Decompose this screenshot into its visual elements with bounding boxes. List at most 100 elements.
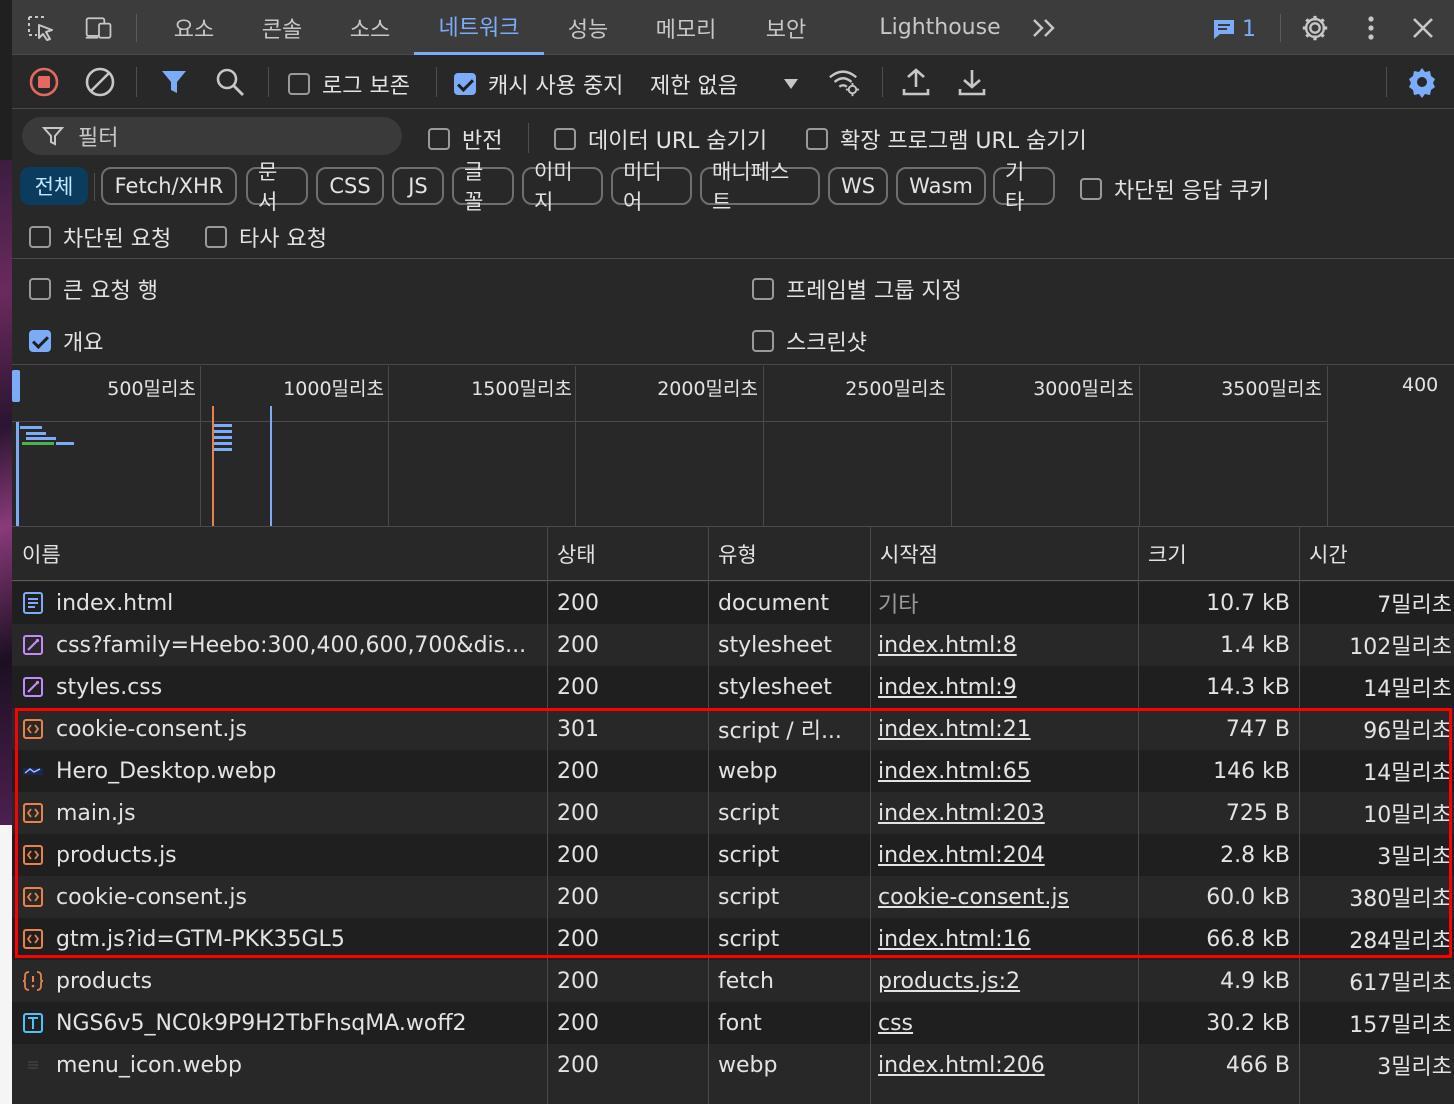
cell-name[interactable]: main.js xyxy=(22,792,542,834)
initiator-link[interactable]: index.html:206 xyxy=(878,1044,1134,1086)
table-row[interactable]: Hero_Desktop.webp 200 webp index.html:65 146… xyxy=(12,750,1454,792)
initiator-link[interactable]: products.js:2 xyxy=(878,960,1134,1002)
cell-name[interactable]: cookie-consent.js xyxy=(22,876,542,918)
cell-name[interactable]: styles.css xyxy=(22,666,542,708)
inspect-element-icon[interactable] xyxy=(26,14,56,42)
table-row[interactable]: index.html 200 document 기타 10.7 kB 7밀리초 xyxy=(12,582,1454,624)
screenshots-checkbox[interactable]: 스크린샷 xyxy=(752,325,867,357)
search-icon[interactable] xyxy=(214,67,246,97)
network-conditions-icon[interactable] xyxy=(828,67,860,97)
preserve-log-box[interactable] xyxy=(288,73,310,95)
chip-img[interactable]: 이미지 xyxy=(522,160,603,214)
column-header-name[interactable]: 이름 xyxy=(12,527,547,581)
filter-input[interactable]: 필터 xyxy=(22,117,402,155)
tab-console[interactable]: 콘솔 xyxy=(250,0,314,55)
chip-media[interactable]: 미디어 xyxy=(611,160,692,214)
clear-icon[interactable] xyxy=(84,67,116,97)
blocked-cookies-checkbox[interactable]: 차단된 응답 쿠키 xyxy=(1080,173,1270,205)
big-rows-checkbox[interactable]: 큰 요청 행 xyxy=(29,273,158,305)
disable-cache-checkbox[interactable]: 캐시 사용 중지 xyxy=(454,68,623,100)
column-header-type[interactable]: 유형 xyxy=(708,527,870,581)
filter-icon[interactable] xyxy=(158,67,190,97)
tab-lighthouse[interactable]: Lighthouse xyxy=(872,0,1008,55)
cell-name[interactable]: products xyxy=(22,960,542,1002)
column-header-status[interactable]: 상태 xyxy=(547,527,708,581)
initiator-link[interactable]: css xyxy=(878,1002,1134,1044)
column-header-time[interactable]: 시간 xyxy=(1299,527,1454,581)
initiator-link[interactable]: index.html:203 xyxy=(878,792,1134,834)
cell-name[interactable]: index.html xyxy=(22,582,542,624)
table-row[interactable]: cookie-consent.js 200 script cookie-consent… xyxy=(12,876,1454,918)
more-tabs-chevron-icon[interactable] xyxy=(1030,14,1060,42)
initiator-link[interactable]: index.html:8 xyxy=(878,624,1134,666)
blocked-requests-box[interactable] xyxy=(29,226,51,248)
initiator-link[interactable]: index.html:65 xyxy=(878,750,1134,792)
close-icon[interactable] xyxy=(1408,14,1438,42)
table-row[interactable]: products 200 fetch products.js:2 4.9 kB 617밀리… xyxy=(12,960,1454,1002)
chip-fetch-xhr[interactable]: Fetch/XHR xyxy=(101,167,237,205)
overview-box[interactable] xyxy=(29,330,51,352)
table-row[interactable]: NGS6v5_NC0k9P9H2TbFhsqMA.woff2 200 font css… xyxy=(12,1002,1454,1044)
tab-security[interactable]: 보안 xyxy=(754,0,818,55)
invert-box[interactable] xyxy=(428,128,450,150)
cell-name[interactable]: cookie-consent.js xyxy=(22,708,542,750)
column-header-initiator[interactable]: 시작점 xyxy=(870,527,1138,581)
table-row[interactable]: styles.css 200 stylesheet index.html:9 14.3 … xyxy=(12,666,1454,708)
chip-js[interactable]: JS xyxy=(392,167,444,205)
cell-name[interactable]: products.js xyxy=(22,834,542,876)
hide-extension-urls-checkbox[interactable]: 확장 프로그램 URL 숨기기 xyxy=(806,123,1087,155)
cell-name[interactable]: Hero_Desktop.webp xyxy=(22,750,542,792)
table-row[interactable]: menu_icon.webp 200 webp index.html:206 466 B… xyxy=(12,1044,1454,1086)
more-options-icon[interactable] xyxy=(1356,14,1386,42)
initiator-link[interactable]: cookie-consent.js xyxy=(878,876,1134,918)
preserve-log-checkbox[interactable]: 로그 보존 xyxy=(288,68,410,100)
chip-all[interactable]: 전체 xyxy=(20,167,88,205)
export-har-icon[interactable] xyxy=(956,67,988,97)
network-settings-gear-icon[interactable] xyxy=(1406,67,1438,98)
tab-elements[interactable]: 요소 xyxy=(162,0,226,55)
table-row[interactable] xyxy=(12,1086,1454,1104)
throttling-select[interactable]: 제한 없음 xyxy=(650,68,798,100)
table-row[interactable]: main.js 200 script index.html:203 725 B 10밀리초 xyxy=(12,792,1454,834)
column-header-size[interactable]: 크기 xyxy=(1138,527,1299,581)
chip-manifest[interactable]: 매니페스트 xyxy=(700,160,820,214)
cell-name[interactable]: gtm.js?id=GTM-PKK35GL5 xyxy=(22,918,542,960)
hide-data-urls-box[interactable] xyxy=(554,128,576,150)
record-stop-icon[interactable] xyxy=(28,67,60,97)
group-by-frame-checkbox[interactable]: 프레임별 그룹 지정 xyxy=(752,273,962,305)
big-rows-box[interactable] xyxy=(29,278,51,300)
blocked-requests-checkbox[interactable]: 차단된 요청 xyxy=(29,221,171,253)
tab-sources[interactable]: 소스 xyxy=(338,0,402,55)
network-overview-timeline[interactable]: 500밀리초 1000밀리초 1500밀리초 2000밀리초 2500밀리초 3… xyxy=(12,366,1454,527)
initiator-link[interactable]: index.html:204 xyxy=(878,834,1134,876)
hide-data-urls-checkbox[interactable]: 데이터 URL 숨기기 xyxy=(554,123,767,155)
import-har-icon[interactable] xyxy=(900,67,932,97)
cell-name[interactable]: menu_icon.webp xyxy=(22,1044,542,1086)
initiator-link[interactable]: index.html:21 xyxy=(878,708,1134,750)
disable-cache-box[interactable] xyxy=(454,73,476,95)
chip-font[interactable]: 글꼴 xyxy=(452,160,514,214)
screenshots-box[interactable] xyxy=(752,330,774,352)
table-row[interactable]: css?family=Heebo:300,400,600,700&dis... 2… xyxy=(12,624,1454,666)
table-row[interactable]: gtm.js?id=GTM-PKK35GL5 200 script index.htm… xyxy=(12,918,1454,960)
hide-extension-urls-box[interactable] xyxy=(806,128,828,150)
chip-ws[interactable]: WS xyxy=(828,167,888,205)
cell-name[interactable]: NGS6v5_NC0k9P9H2TbFhsqMA.woff2 xyxy=(22,1002,542,1044)
third-party-checkbox[interactable]: 타사 요청 xyxy=(205,221,327,253)
third-party-box[interactable] xyxy=(205,226,227,248)
chip-doc[interactable]: 문서 xyxy=(246,160,308,214)
group-by-frame-box[interactable] xyxy=(752,278,774,300)
tab-performance[interactable]: 성능 xyxy=(556,0,620,55)
invert-checkbox[interactable]: 반전 xyxy=(428,123,502,155)
blocked-cookies-box[interactable] xyxy=(1080,178,1102,200)
chip-css[interactable]: CSS xyxy=(316,167,384,205)
initiator-link[interactable]: index.html:9 xyxy=(878,666,1134,708)
table-row[interactable]: cookie-consent.js 301 script / 리... index.h… xyxy=(12,708,1454,750)
device-toolbar-icon[interactable] xyxy=(84,14,114,42)
overview-checkbox[interactable]: 개요 xyxy=(29,325,103,357)
chip-wasm[interactable]: Wasm xyxy=(896,167,986,205)
overview-left-handle[interactable] xyxy=(12,370,20,402)
issues-badge[interactable]: 1 xyxy=(1212,14,1256,44)
initiator-link[interactable]: index.html:16 xyxy=(878,918,1134,960)
table-row[interactable]: products.js 200 script index.html:204 2.8 kB… xyxy=(12,834,1454,876)
